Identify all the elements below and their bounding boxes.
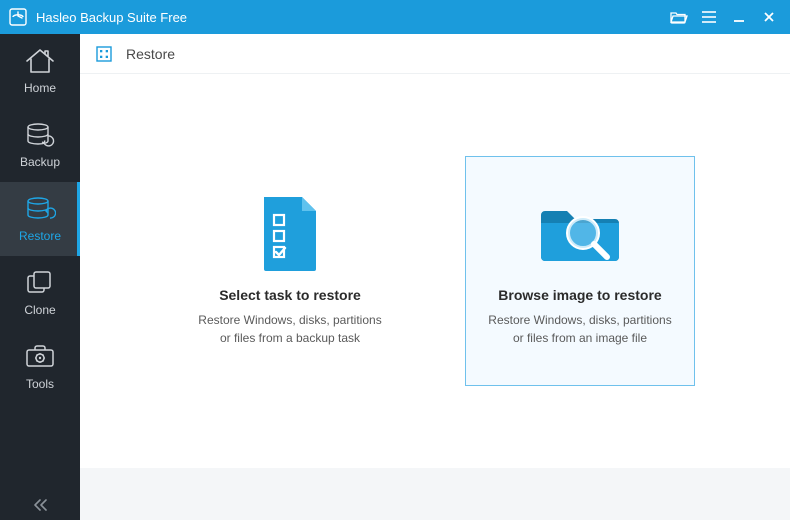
option-description: Restore Windows, disks, partitions or fi…: [484, 311, 676, 347]
sidebar: Home Backup: [0, 34, 80, 520]
restore-options: Select task to restore Restore Windows, …: [80, 74, 790, 468]
option-select-task[interactable]: Select task to restore Restore Windows, …: [175, 156, 405, 386]
restore-icon: [23, 195, 57, 223]
folder-search-icon: [537, 195, 623, 273]
backup-icon: [23, 121, 57, 149]
option-title: Select task to restore: [219, 287, 361, 303]
sidebar-item-label: Home: [24, 81, 56, 95]
collapse-sidebar-button[interactable]: [0, 490, 80, 520]
option-description: Restore Windows, disks, partitions or fi…: [194, 311, 386, 347]
grid-icon: [96, 46, 112, 62]
sidebar-item-clone[interactable]: Clone: [0, 256, 80, 330]
app-title: Hasleo Backup Suite Free: [36, 10, 187, 25]
sidebar-item-backup[interactable]: Backup: [0, 108, 80, 182]
content-area: Restore Select task to restore Restore W…: [80, 34, 790, 520]
sidebar-item-tools[interactable]: Tools: [0, 330, 80, 404]
option-title: Browse image to restore: [498, 287, 661, 303]
sidebar-item-home[interactable]: Home: [0, 34, 80, 108]
breadcrumb: Restore: [80, 34, 790, 74]
sidebar-item-label: Restore: [19, 229, 61, 243]
footer-strip: [80, 468, 790, 520]
home-icon: [23, 47, 57, 75]
minimize-button[interactable]: [724, 4, 754, 30]
tools-icon: [23, 343, 57, 371]
app-logo-icon: [8, 7, 28, 27]
breadcrumb-label: Restore: [126, 46, 175, 62]
menu-button[interactable]: [694, 4, 724, 30]
clone-icon: [23, 269, 57, 297]
sidebar-item-label: Clone: [24, 303, 55, 317]
sidebar-item-restore[interactable]: Restore: [0, 182, 80, 256]
chevron-double-left-icon: [32, 498, 48, 512]
sidebar-item-label: Tools: [26, 377, 54, 391]
sidebar-item-label: Backup: [20, 155, 60, 169]
titlebar: Hasleo Backup Suite Free: [0, 0, 790, 34]
open-folder-button[interactable]: [664, 4, 694, 30]
option-browse-image[interactable]: Browse image to restore Restore Windows,…: [465, 156, 695, 386]
close-button[interactable]: [754, 4, 784, 30]
checklist-file-icon: [258, 195, 322, 273]
